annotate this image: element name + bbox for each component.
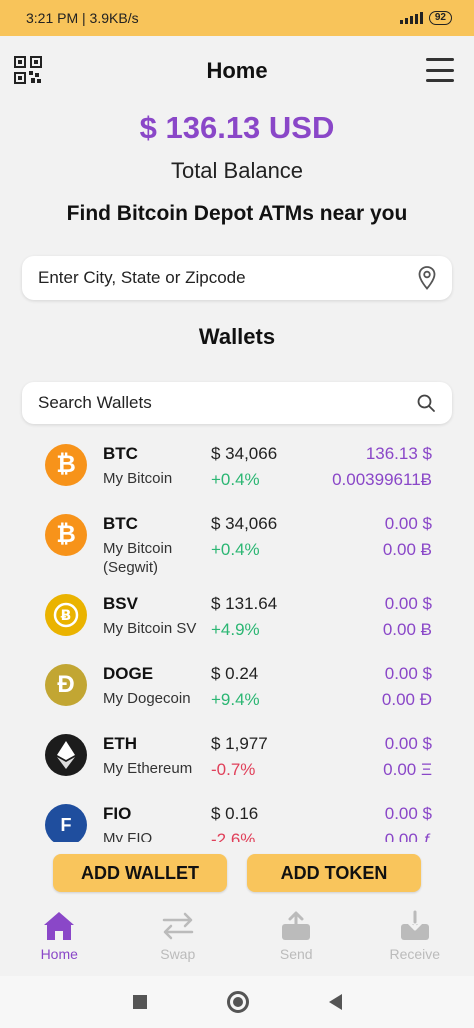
location-pin-icon[interactable]	[418, 266, 436, 290]
wallet-usd-balance: 0.00 $	[384, 664, 432, 683]
bitcoin-icon: ₿	[45, 514, 87, 556]
wallet-search-input[interactable]: Search Wallets	[22, 382, 452, 424]
ethereum-icon	[45, 734, 87, 776]
wallet-row-eth[interactable]: ETH My Ethereum $ 1,977 -0.7% 0.00 $ 0.0…	[0, 726, 474, 796]
wallet-usd-balance: 0.00 $	[384, 594, 432, 613]
wallet-search-placeholder: Search Wallets	[38, 393, 152, 412]
tab-label: Receive	[389, 946, 441, 962]
wallet-price: $ 131.64	[211, 594, 278, 613]
receive-icon	[400, 910, 429, 940]
wallet-price: $ 34,066	[211, 444, 278, 463]
bitcoin-sv-icon: Ƀ	[45, 594, 87, 636]
status-time: 3:21 PM | 3.9KB/s	[26, 10, 139, 26]
wallet-symbol: ETH	[103, 734, 137, 753]
fio-icon: F	[45, 804, 87, 842]
home-icon	[44, 912, 75, 940]
wallet-change: +4.9%	[211, 620, 260, 639]
tab-receive[interactable]: Receive	[356, 902, 474, 976]
wallet-row-bsv[interactable]: Ƀ BSV My Bitcoin SV $ 131.64 +4.9% 0.00 …	[0, 586, 474, 656]
wallet-change: +0.4%	[211, 470, 260, 489]
wallet-symbol: FIO	[103, 804, 132, 823]
wallet-name: My Bitcoin (Segwit)	[103, 540, 173, 576]
signal-icon	[399, 12, 423, 24]
add-token-button[interactable]: ADD TOKEN	[247, 854, 421, 892]
recents-button[interactable]	[132, 995, 147, 1009]
total-balance-amount: $ 136.13 USD	[139, 110, 335, 145]
wallet-name: My Dogecoin	[103, 690, 191, 707]
wallet-change: +9.4%	[211, 690, 260, 709]
wallet-price: $ 34,066	[211, 514, 278, 533]
wallet-change: -2.6%	[211, 830, 256, 842]
dogecoin-icon: Đ	[45, 664, 87, 706]
status-bar: 3:21 PM | 3.9KB/s 92	[0, 0, 474, 36]
battery-icon: 92	[428, 11, 452, 25]
wallet-symbol: BSV	[103, 594, 138, 613]
bottom-tab-bar: Home Swap Send Receive	[0, 902, 474, 976]
wallet-row-btc[interactable]: ₿ BTC My Bitcoin $ 34,066 +0.4% 136.13 $…	[0, 436, 474, 506]
wallet-price: $ 0.16	[211, 804, 259, 823]
wallet-list[interactable]: ₿ BTC My Bitcoin $ 34,066 +0.4% 136.13 $…	[0, 436, 474, 842]
wallet-coin-balance: 0.00 ƒ	[384, 830, 432, 842]
svg-text:Ƀ: Ƀ	[61, 608, 72, 624]
wallet-symbol: BTC	[103, 444, 138, 463]
tab-home[interactable]: Home	[0, 902, 119, 976]
wallet-row-doge[interactable]: Đ DOGE My Dogecoin $ 0.24 +9.4% 0.00 $ 0…	[0, 656, 474, 726]
wallet-price: $ 1,977	[211, 734, 268, 753]
wallet-name: My Bitcoin	[103, 470, 173, 487]
wallet-usd-balance: 0.00 $	[384, 804, 432, 823]
home-button[interactable]	[226, 991, 249, 1013]
total-balance-label: Total Balance	[170, 158, 304, 183]
city-search-placeholder: Enter City, State or Zipcode	[38, 268, 246, 287]
wallet-price: $ 0.24	[211, 664, 259, 683]
tab-label: Swap	[160, 946, 196, 962]
page-title: Home	[206, 58, 268, 83]
search-icon[interactable]	[416, 393, 436, 413]
tab-label: Send	[279, 946, 313, 962]
wallet-symbol: BTC	[103, 514, 138, 533]
wallet-row-fio[interactable]: F FIO My FIO $ 0.16 -2.6% 0.00 $ 0.00 ƒ	[0, 796, 474, 842]
tab-send[interactable]: Send	[237, 902, 356, 976]
wallet-symbol: DOGE	[103, 664, 154, 683]
tab-swap[interactable]: Swap	[119, 902, 238, 976]
back-button[interactable]	[328, 994, 342, 1010]
bitcoin-icon: ₿	[45, 444, 87, 486]
atm-heading: Find Bitcoin Depot ATMs near you	[66, 202, 408, 225]
menu-icon[interactable]	[426, 58, 454, 82]
wallet-coin-balance: 0.00 Ƀ	[382, 540, 432, 559]
qr-code-icon[interactable]	[14, 56, 42, 84]
add-wallet-button[interactable]: ADD WALLET	[53, 854, 227, 892]
wallet-usd-balance: 0.00 $	[384, 734, 432, 753]
send-icon	[282, 911, 311, 940]
swap-icon	[162, 912, 193, 940]
status-indicators: 92	[399, 11, 452, 25]
wallet-change: -0.7%	[211, 760, 256, 779]
wallet-coin-balance: 0.00 Ξ	[383, 760, 432, 779]
tab-label: Home	[40, 946, 78, 962]
city-search-input[interactable]: Enter City, State or Zipcode	[22, 256, 452, 300]
wallet-name: My Bitcoin SV	[103, 620, 197, 637]
wallet-name: My FIO	[103, 830, 153, 842]
wallet-coin-balance: 0.00 Ƀ	[382, 620, 432, 639]
system-nav-bar	[0, 976, 474, 1028]
wallets-title: Wallets	[198, 324, 276, 349]
wallet-coin-balance: 0.00399611Ƀ	[332, 470, 432, 489]
wallet-usd-balance: 0.00 $	[384, 514, 432, 533]
wallet-row-btc-segwit[interactable]: ₿ BTC My Bitcoin (Segwit) $ 34,066 +0.4%…	[0, 506, 474, 586]
wallet-coin-balance: 0.00 Đ	[381, 690, 432, 709]
wallet-change: +0.4%	[211, 540, 260, 559]
wallet-name: My Ethereum	[103, 760, 193, 777]
app-header: Home	[0, 36, 474, 106]
wallet-usd-balance: 136.13 $	[365, 444, 432, 463]
